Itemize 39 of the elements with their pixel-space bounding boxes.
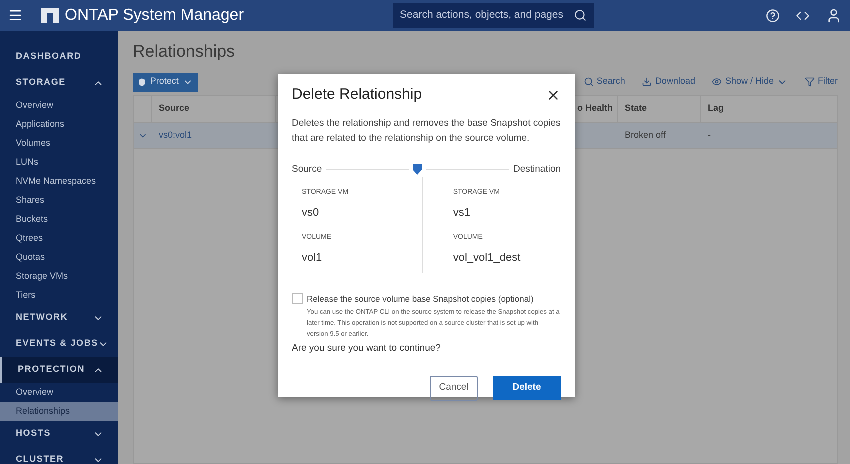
search-field[interactable]: Search actions, objects, and pages — [393, 3, 594, 28]
sidebar-item[interactable]: Overview — [0, 383, 118, 402]
column-header: Lag — [707, 102, 724, 116]
column-header: State — [618, 96, 701, 122]
sidebar-item[interactable]: Tiers — [0, 286, 118, 305]
protect-button[interactable]: Protect — [133, 72, 198, 92]
cancel-button[interactable]: Cancel — [430, 376, 478, 401]
sidebar-item[interactable]: Qtrees — [0, 229, 118, 248]
table-cell-text: Broken off — [624, 128, 667, 142]
sidebar-item[interactable]: NVMe Namespaces — [0, 172, 118, 191]
sidebar-section[interactable]: DASHBOARD — [0, 44, 118, 70]
sidebar-section[interactable]: CLUSTER — [0, 447, 118, 464]
sidebar-item[interactable]: Quotas — [0, 248, 118, 267]
sidebar-item[interactable]: LUNs — [0, 153, 118, 172]
sidebar-section[interactable]: HOSTS — [0, 421, 118, 447]
confirm-question: Are you sure you want to continue? — [292, 342, 442, 356]
sidebar-item[interactable]: Storage VMs — [0, 267, 118, 286]
sidebar-section[interactable]: STORAGE — [0, 70, 118, 96]
destination-label: Destination — [513, 162, 562, 176]
toolbar-button[interactable]: Show / Hide — [712, 75, 788, 89]
sidebar-item[interactable]: Shares — [0, 191, 118, 210]
app-title: ONTAP System Manager — [65, 6, 244, 26]
checkbox-label: Release the source volume base Snapshot copies (optional) — [307, 292, 535, 306]
delete-button[interactable]: Delete — [493, 376, 561, 400]
sidebar-item[interactable]: Applications — [0, 115, 118, 134]
page-title: Relationships — [133, 41, 236, 63]
column-header: Source — [152, 96, 276, 122]
sidebar-section[interactable]: PROTECTION — [0, 357, 118, 383]
sidebar-section[interactable]: NETWORK — [0, 305, 118, 331]
field-value: vs0 — [302, 206, 320, 222]
sidebar-item[interactable]: Buckets — [0, 210, 118, 229]
source-label: Source — [292, 162, 322, 176]
field-value: vol_vol1_dest — [453, 251, 522, 266]
field-value: vs1 — [453, 206, 472, 222]
sidebar-item[interactable]: Overview — [0, 96, 118, 115]
sidebar-item[interactable]: Volumes — [0, 134, 118, 153]
sidebar-section[interactable]: EVENTS & JOBS — [0, 331, 118, 357]
table-cell-text: - — [707, 128, 711, 142]
field-value: vol1 — [302, 251, 324, 266]
